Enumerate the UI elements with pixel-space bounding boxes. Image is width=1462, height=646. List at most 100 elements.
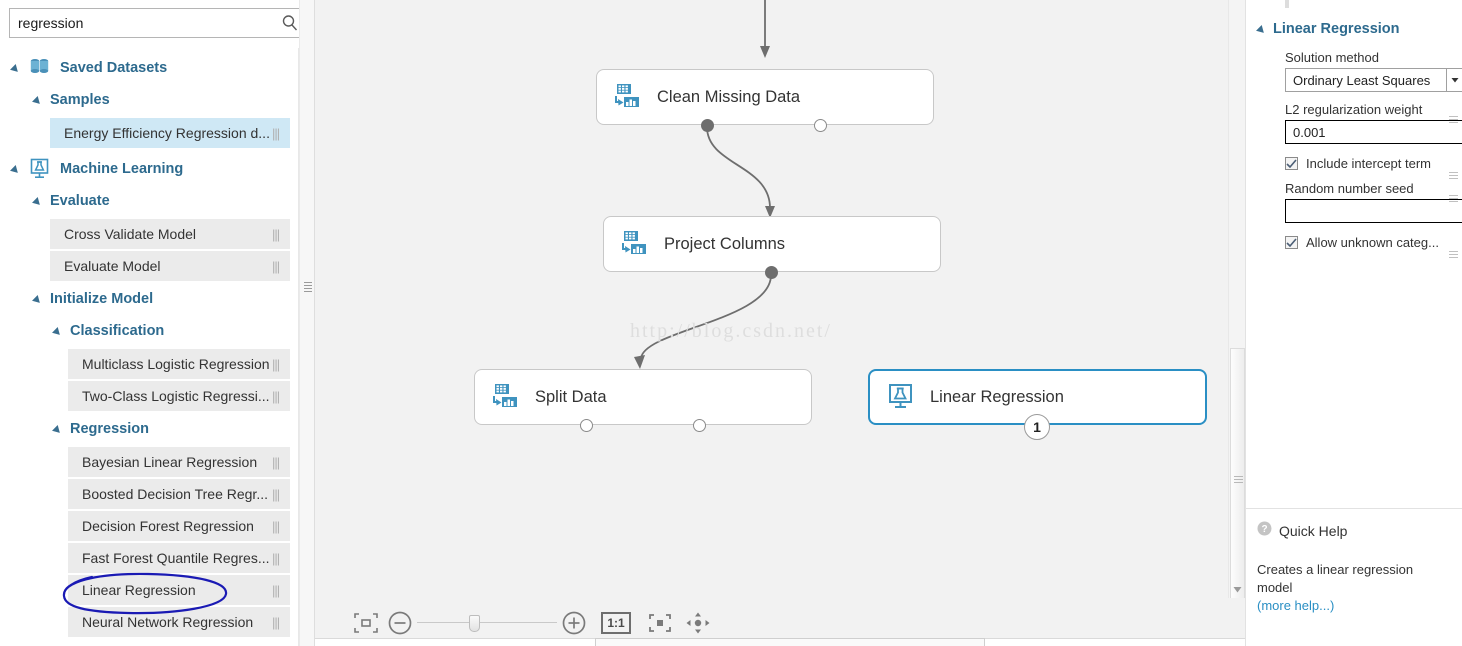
- checkbox-checked-icon[interactable]: [1285, 236, 1298, 249]
- tree-group-initialize-model[interactable]: Initialize Model: [0, 283, 298, 315]
- zoom-slider[interactable]: [417, 606, 557, 640]
- chevron-expanded-icon[interactable]: [12, 165, 21, 174]
- field-label: Solution method: [1285, 50, 1379, 65]
- drag-handle-icon[interactable]: |||: [272, 227, 290, 242]
- chevron-expanded-icon[interactable]: [34, 197, 43, 206]
- tree-group-label: Initialize Model: [50, 291, 154, 307]
- l2-regularization-weight-input[interactable]: 0.001: [1285, 120, 1462, 144]
- chevron-expanded-icon[interactable]: [34, 295, 43, 304]
- chevron-expanded-icon[interactable]: [54, 327, 63, 336]
- properties-panel: Linear Regression Solution method Ordina…: [1245, 0, 1462, 646]
- zoom-slider-thumb[interactable]: [469, 614, 480, 632]
- tree-item-label: Bayesian Linear Regression: [82, 454, 258, 470]
- tree-item-linear-regression[interactable]: Linear Regression |||: [68, 575, 290, 605]
- tree-item-neural-network-regression[interactable]: Neural Network Regression |||: [68, 607, 290, 637]
- tree-group-label: Saved Datasets: [60, 60, 168, 76]
- tree-group-evaluate[interactable]: Evaluate: [0, 185, 298, 217]
- tree-group-machine-learning[interactable]: Machine Learning: [0, 153, 298, 185]
- search-input[interactable]: [10, 10, 275, 36]
- tree-group-classification[interactable]: Classification: [0, 315, 298, 347]
- tree-group-regression[interactable]: Regression: [0, 413, 298, 445]
- drag-handle-icon[interactable]: |||: [272, 126, 290, 141]
- field-grip-icon: [1449, 116, 1458, 126]
- field-include-intercept-term: Include intercept term: [1246, 156, 1462, 179]
- properties-panel-header[interactable]: Linear Regression: [1246, 0, 1462, 40]
- drag-handle-icon[interactable]: |||: [272, 519, 290, 534]
- quick-help-panel: ? Quick Help Creates a linear regression…: [1246, 508, 1462, 646]
- flask-monitor-icon: [886, 382, 916, 412]
- tree-group-samples[interactable]: Samples: [0, 84, 298, 116]
- checkbox-checked-icon[interactable]: [1285, 157, 1298, 170]
- tree-item-label: Cross Validate Model: [64, 226, 197, 242]
- tree-item-cross-validate-model[interactable]: Cross Validate Model |||: [50, 219, 290, 249]
- drag-handle-icon[interactable]: |||: [272, 259, 290, 274]
- drag-handle-icon[interactable]: |||: [272, 487, 290, 502]
- allow-unknown-categories-checkbox[interactable]: Allow unknown categ...: [1285, 235, 1462, 250]
- module-output-port[interactable]: [693, 419, 706, 432]
- solution-method-select[interactable]: Ordinary Least Squares: [1285, 68, 1462, 92]
- canvas-module-split-data[interactable]: Split Data: [474, 369, 812, 425]
- search-box[interactable]: [9, 8, 306, 38]
- field-l2-regularization-weight: L2 regularization weight 0.001: [1246, 102, 1462, 144]
- more-help-link[interactable]: (more help...): [1257, 598, 1334, 613]
- drag-handle-icon[interactable]: |||: [272, 455, 290, 470]
- canvas-scrollbar-thumb[interactable]: [1230, 348, 1245, 613]
- solution-method-value: Ordinary Least Squares: [1293, 72, 1431, 88]
- tree-item-two-class-logistic-regression[interactable]: Two-Class Logistic Regressi... |||: [68, 381, 290, 411]
- chevron-expanded-icon[interactable]: [1258, 25, 1267, 34]
- tree-group-label: Evaluate: [50, 193, 110, 209]
- module-output-port[interactable]: [814, 119, 827, 132]
- actual-size-button[interactable]: 1:1: [601, 611, 631, 634]
- module-output-port[interactable]: [701, 119, 714, 132]
- module-palette-sidebar: Saved Datasets Samples Energy Efficiency…: [0, 0, 315, 646]
- canvas-module-clean-missing-data[interactable]: Clean Missing Data: [596, 69, 934, 125]
- pan-icon[interactable]: [681, 606, 715, 640]
- tree-group-saved-datasets[interactable]: Saved Datasets: [0, 52, 298, 84]
- zoom-in-button[interactable]: [557, 606, 591, 640]
- zoom-to-selection-icon[interactable]: [643, 606, 677, 640]
- drag-handle-icon[interactable]: |||: [272, 357, 290, 372]
- chevron-expanded-icon[interactable]: [12, 64, 21, 73]
- tree-item-fast-forest-quantile-regression[interactable]: Fast Forest Quantile Regres... |||: [68, 543, 290, 573]
- drag-handle-icon[interactable]: |||: [272, 615, 290, 630]
- field-label: L2 regularization weight: [1285, 102, 1423, 117]
- sidebar-canvas-splitter[interactable]: [299, 0, 315, 646]
- drag-handle-icon[interactable]: |||: [272, 389, 290, 404]
- fit-to-window-icon[interactable]: [349, 606, 383, 640]
- canvas-module-project-columns[interactable]: Project Columns: [603, 216, 941, 272]
- include-intercept-term-checkbox[interactable]: Include intercept term: [1285, 156, 1462, 171]
- tree-item-energy-efficiency-regression[interactable]: Energy Efficiency Regression d... |||: [50, 118, 290, 148]
- quick-help-text: Creates a linear regression model: [1257, 562, 1414, 595]
- tree-group-label: Samples: [50, 92, 110, 108]
- data-transform-icon: [613, 82, 643, 112]
- quick-help-header: ? Quick Help: [1257, 521, 1450, 541]
- tree-item-bayesian-linear-regression[interactable]: Bayesian Linear Regression |||: [68, 447, 290, 477]
- drag-handle-icon[interactable]: |||: [272, 551, 290, 566]
- module-output-port[interactable]: [765, 266, 778, 279]
- zoom-out-button[interactable]: [383, 606, 417, 640]
- module-output-port[interactable]: [580, 419, 593, 432]
- tree-item-multiclass-logistic-regression[interactable]: Multiclass Logistic Regression |||: [68, 349, 290, 379]
- drag-handle-icon[interactable]: |||: [272, 583, 290, 598]
- quick-help-title: Quick Help: [1279, 523, 1348, 539]
- tree-item-label: Fast Forest Quantile Regres...: [82, 550, 270, 566]
- field-grip-icon: [1449, 251, 1458, 261]
- chevron-expanded-icon[interactable]: [54, 425, 63, 434]
- splitter-grip-icon: [304, 282, 312, 296]
- canvas-scrollbar[interactable]: [1228, 0, 1245, 613]
- random-number-seed-input[interactable]: [1285, 199, 1462, 223]
- tree-item-decision-forest-regression[interactable]: Decision Forest Regression |||: [68, 511, 290, 541]
- experiment-canvas[interactable]: http://blog.csdn.net/ Clean Missing Data…: [315, 0, 1245, 598]
- scroll-down-arrow-icon[interactable]: [1229, 581, 1245, 598]
- help-circle-icon: ?: [1257, 521, 1272, 541]
- chevron-down-icon[interactable]: [1446, 68, 1462, 92]
- chevron-expanded-icon[interactable]: [34, 96, 43, 105]
- checkbox-label: Allow unknown categ...: [1306, 235, 1439, 250]
- svg-text:?: ?: [1261, 524, 1267, 535]
- field-solution-method: Solution method Ordinary Least Squares: [1246, 50, 1462, 92]
- tree-item-boosted-decision-tree-regression[interactable]: Boosted Decision Tree Regr... |||: [68, 479, 290, 509]
- tree-item-label: Neural Network Regression: [82, 614, 254, 630]
- tree-item-evaluate-model[interactable]: Evaluate Model |||: [50, 251, 290, 281]
- database-icon: [28, 57, 52, 79]
- module-output-port-numbered[interactable]: 1: [1024, 414, 1050, 440]
